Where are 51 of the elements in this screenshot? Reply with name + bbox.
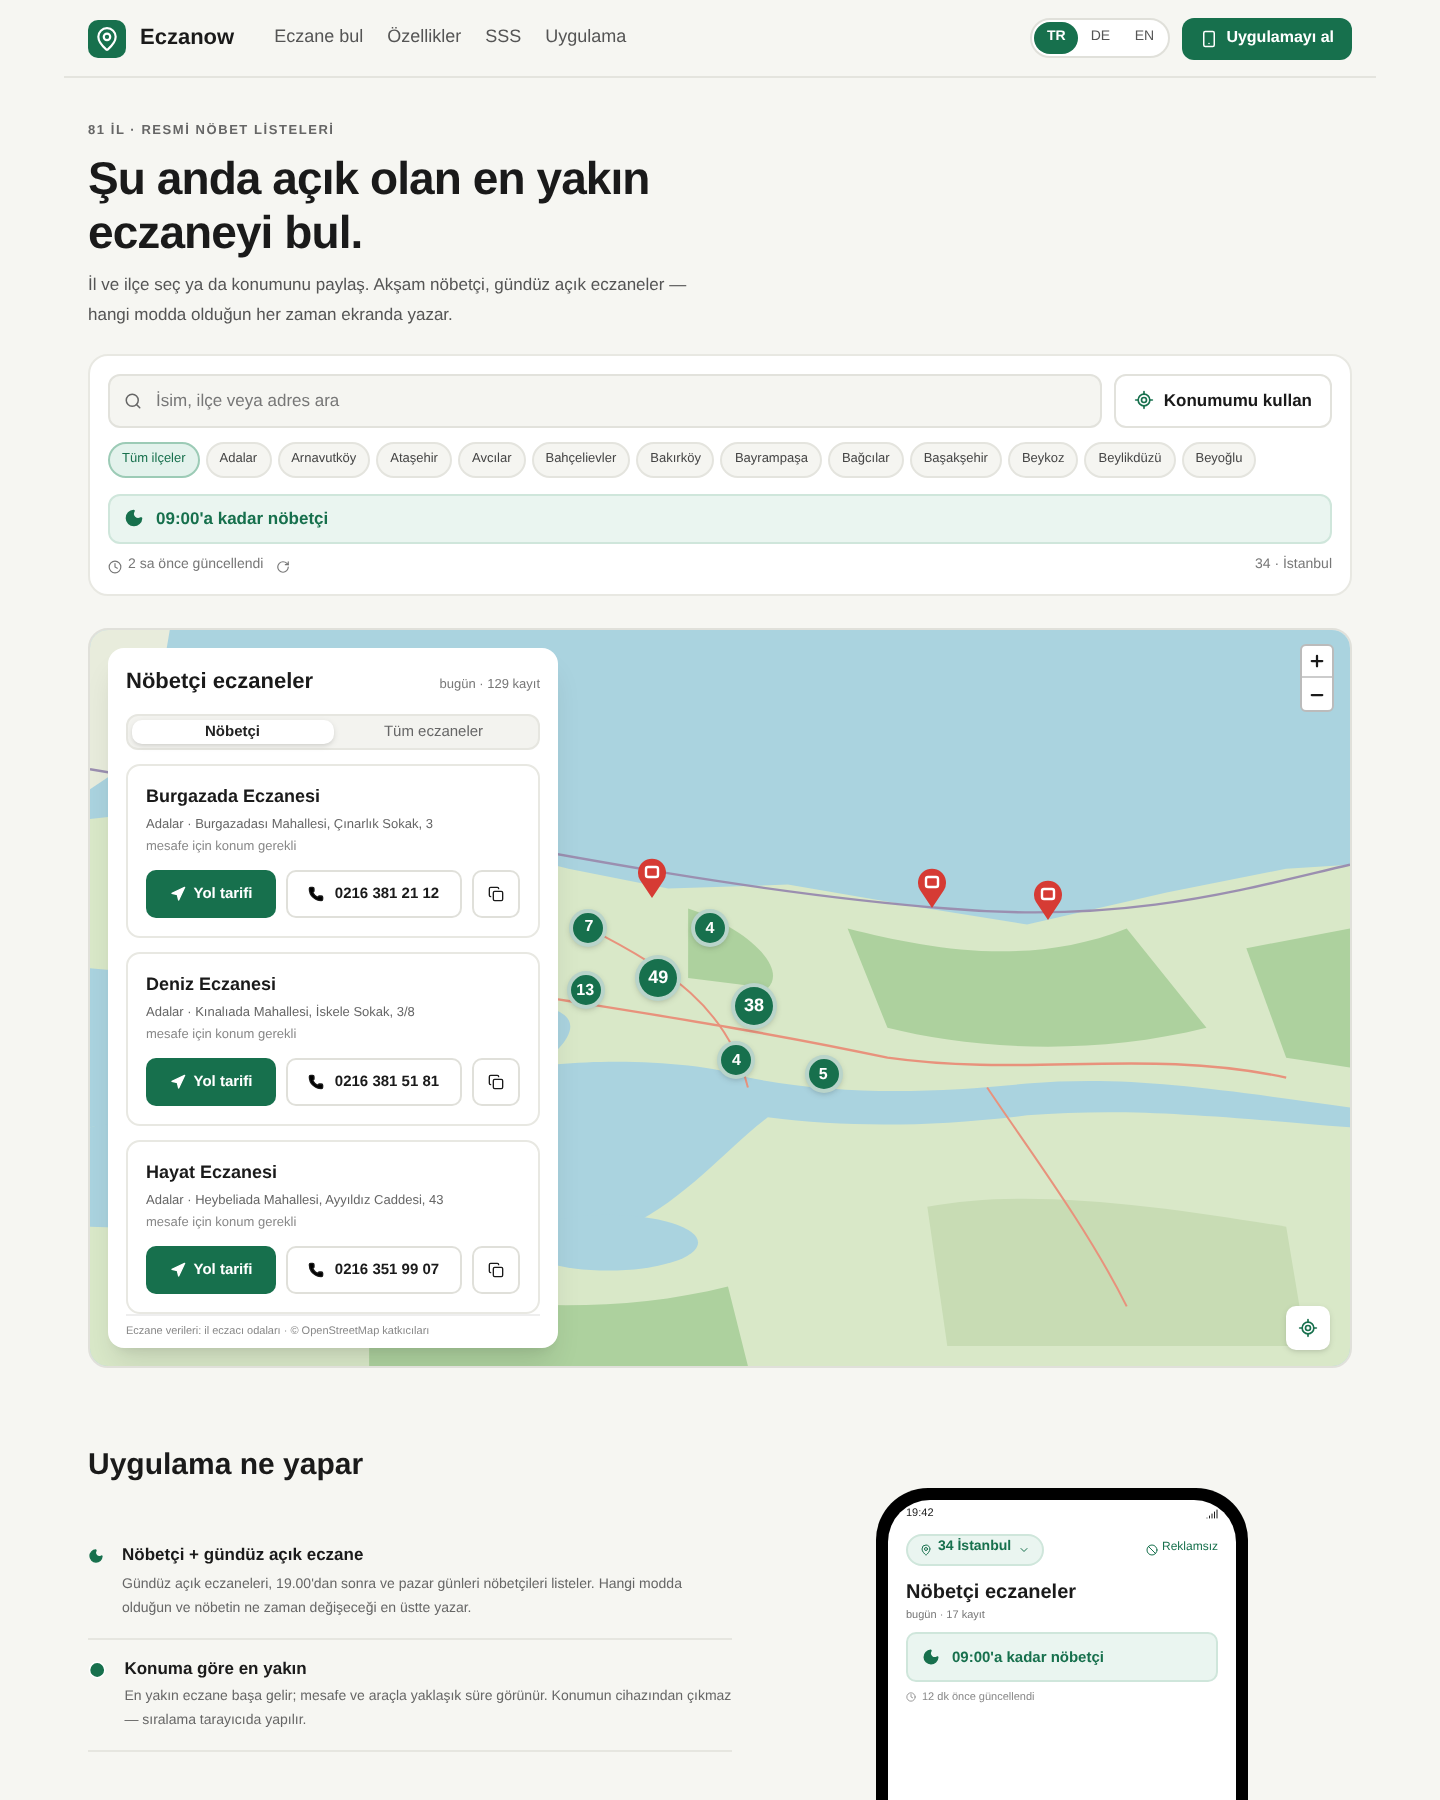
navigation-arrow-icon [169,1074,186,1090]
locate-button[interactable] [1286,1306,1330,1351]
section-title: Uygulama ne yapar [88,1446,366,1487]
refresh-icon[interactable] [275,559,290,573]
phone-title: Nöbetçi eczaneler [906,1579,1079,1607]
pin-icon [920,1543,932,1555]
copy-icon [488,1074,504,1090]
moon-icon [88,1543,105,1568]
chevron-down-icon [1017,1543,1030,1555]
nav-link[interactable]: Uygulama [545,24,627,52]
duty-text: 09:00'a kadar nöbetçi [156,505,329,532]
pharmacy-name: Burgazada Eczanesi [146,784,323,810]
copy-icon [488,1262,504,1278]
copy-button[interactable] [472,1246,520,1294]
copy-icon [488,886,504,902]
brand-name: Eczanow [140,23,235,54]
copy-button[interactable] [472,870,520,918]
clock-icon [906,1692,916,1703]
navigation-arrow-icon [169,886,186,902]
hero-title: Şu anda açık olan en yakın eczaneyi bul. [88,151,652,260]
logo-icon [88,19,126,57]
navigation-arrow-icon [169,1262,186,1278]
phone-icon [1200,29,1219,47]
pharmacy-name: Hayat Eczanesi [146,1160,280,1186]
hero-subtitle: İl ve ilçe seç ya da konumunu paylaş. Akşam nöbetçi, gündüz açık eczaneler — hangi modda olduğun her zaman ekranda yazar. [88,271,689,328]
search-field[interactable]: İsim, ilçe veya adres ara [108,373,1102,428]
feature-title: Konuma göre en yakın [124,1655,309,1681]
nav-link[interactable]: Özellikler [387,24,462,52]
map-pin-icon[interactable] [916,868,949,909]
locate-icon [1133,390,1154,411]
nav-link[interactable]: SSS [485,24,522,52]
use-location-button[interactable]: Konumumu kullan [1113,373,1332,428]
copy-button[interactable] [472,1058,520,1106]
nav-link[interactable]: Eczane bul [274,24,364,52]
moon-icon [124,508,144,529]
panel-title: Nöbetçi eczaneler [126,668,314,699]
plus-icon [1308,652,1326,671]
get-app-button[interactable]: Uygulamayı al [1182,17,1352,59]
ban-icon [1145,1543,1158,1555]
signal-icon [1206,1508,1218,1521]
search-icon [124,391,142,410]
pharmacy-name: Deniz Eczanesi [146,972,279,998]
map-pin-icon[interactable] [1032,880,1065,921]
phone-icon [308,1262,325,1278]
moon-icon [922,1647,940,1666]
clock-icon [108,559,122,573]
phone-icon [308,886,325,902]
locate-icon [1298,1318,1318,1339]
feature-title: Nöbetçi + gündüz açık eczane [122,1541,366,1567]
map-pin-icon[interactable] [635,857,668,898]
phone-icon [308,1074,325,1090]
